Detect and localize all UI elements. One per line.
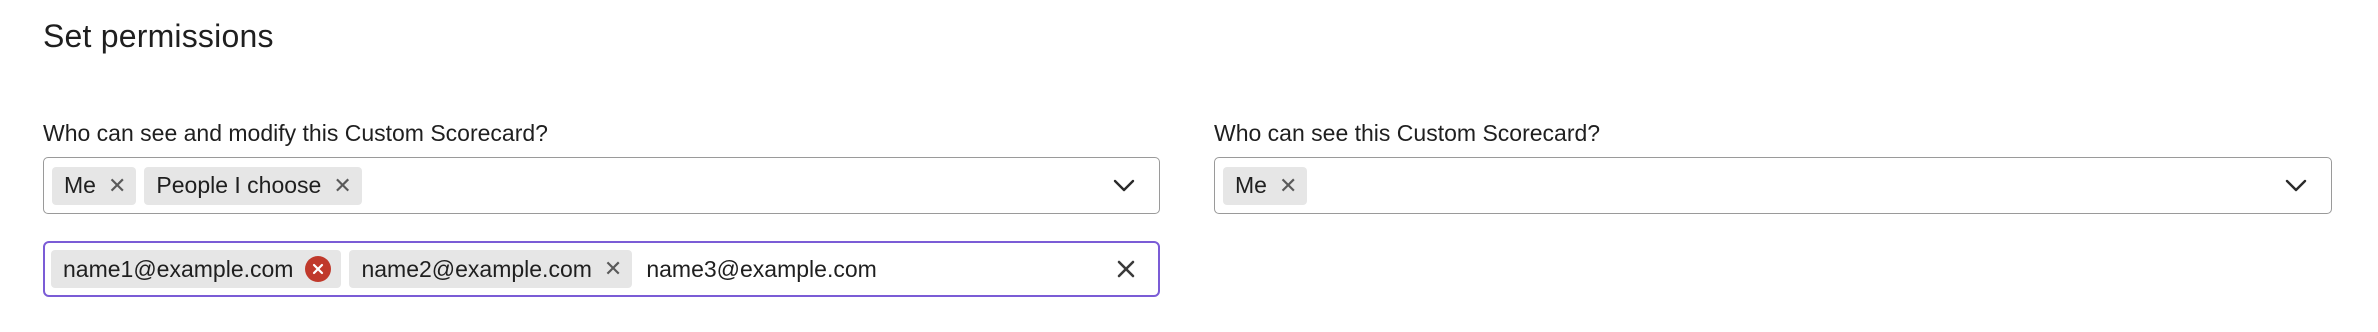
email-text-input[interactable] <box>646 255 907 283</box>
chevron-down-icon[interactable] <box>2285 179 2307 193</box>
chip-people-i-choose: People I choose ✕ <box>144 166 362 205</box>
chip-label: name2@example.com <box>361 255 592 282</box>
email-chips-input[interactable]: name1@example.com name2@example.com ✕ <box>43 241 1160 297</box>
email-chip: name2@example.com ✕ <box>349 250 633 288</box>
chip-me: Me ✕ <box>1223 166 1308 205</box>
chip-label: People I choose <box>156 172 322 198</box>
close-icon <box>313 263 324 275</box>
email-chip-error: name1@example.com <box>51 250 342 288</box>
remove-chip-icon[interactable]: ✕ <box>108 174 126 197</box>
chip-me: Me ✕ <box>52 166 137 205</box>
remove-chip-icon[interactable]: ✕ <box>333 174 351 197</box>
chip-label: name1@example.com <box>63 255 294 282</box>
chevron-down-icon[interactable] <box>1113 179 1135 193</box>
chip-label: Me <box>1235 172 1267 198</box>
remove-error-chip-icon[interactable] <box>305 256 332 282</box>
remove-chip-icon[interactable]: ✕ <box>1279 174 1297 197</box>
section-title: Set permissions <box>43 18 274 54</box>
modify-select[interactable]: Me ✕ People I choose ✕ <box>43 157 1160 214</box>
permissions-page: Set permissions Who can see and modify t… <box>0 0 2378 332</box>
chip-label: Me <box>64 172 96 198</box>
view-field-label: Who can see this Custom Scorecard? <box>1214 120 1601 146</box>
close-icon[interactable] <box>1116 259 1136 279</box>
view-select[interactable]: Me ✕ <box>1214 157 2332 214</box>
modify-field-label: Who can see and modify this Custom Score… <box>43 120 548 146</box>
remove-chip-icon[interactable]: ✕ <box>604 258 622 280</box>
